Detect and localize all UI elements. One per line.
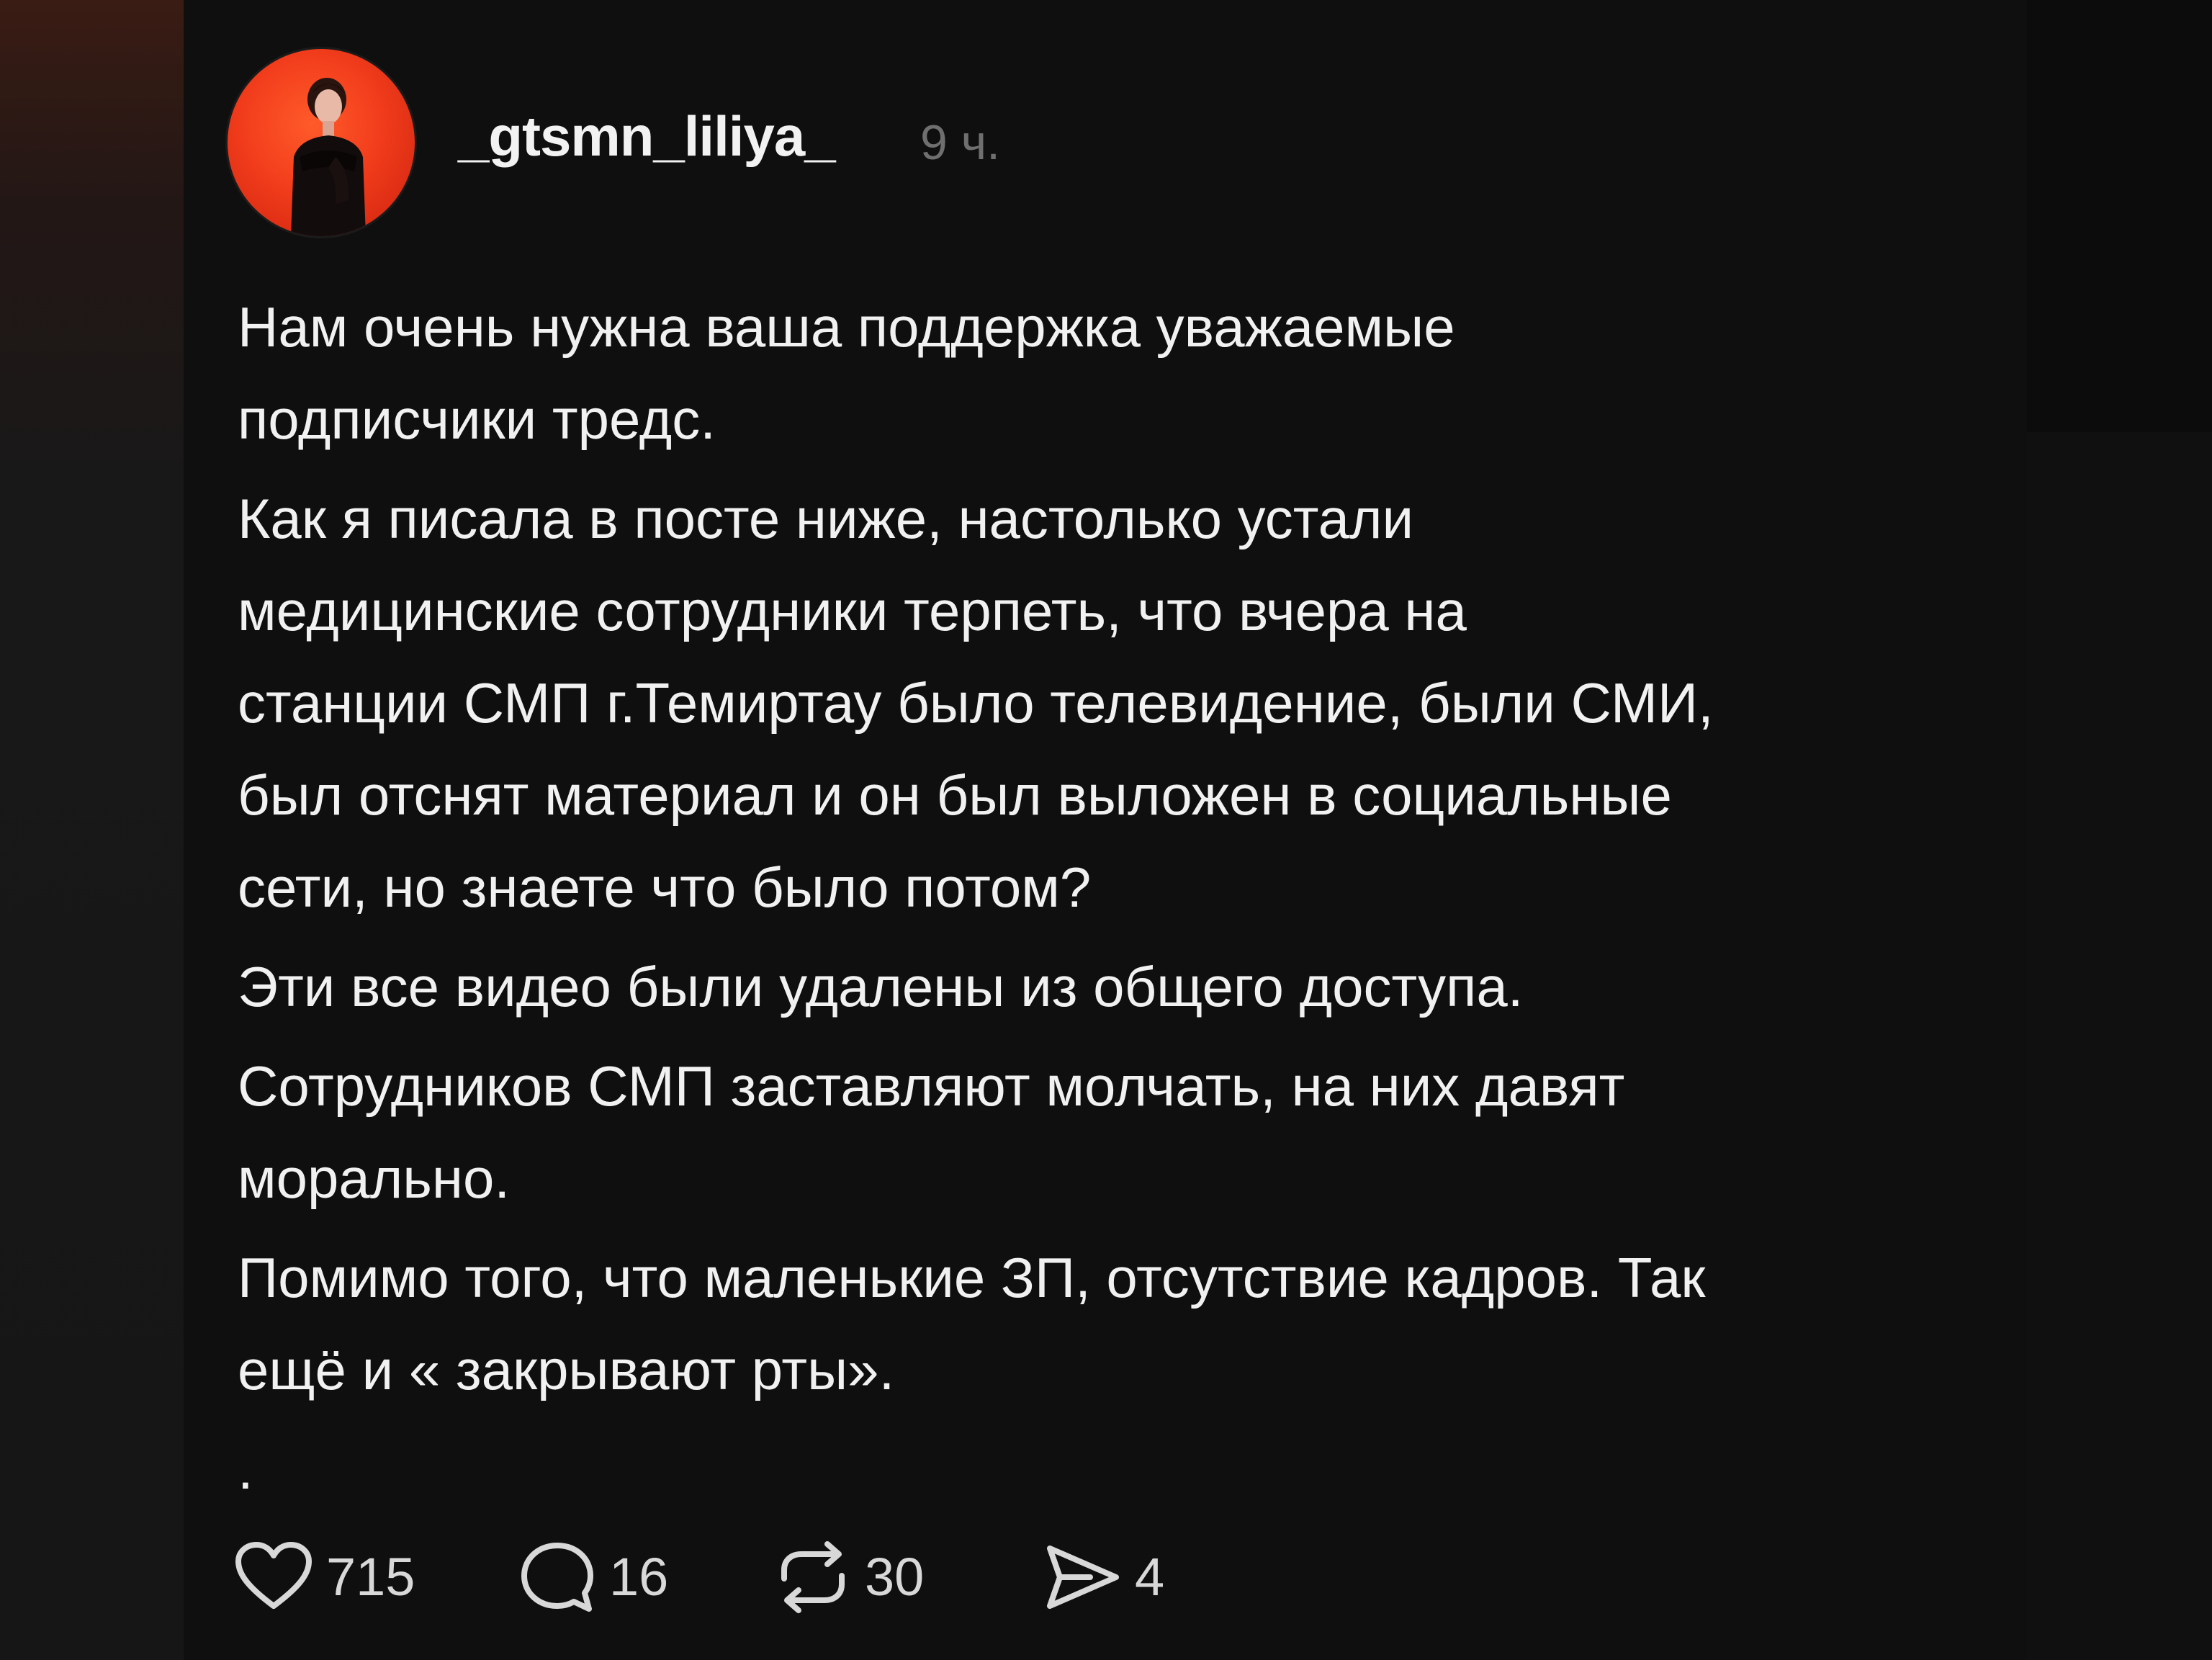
repost-count: 30 [865,1547,925,1607]
heart-icon [235,1542,312,1609]
post-paragraph: Эти все видео были удалены из общего дос… [238,955,1524,1018]
left-backdrop [0,0,184,1660]
share-count: 4 [1135,1547,1165,1607]
post-body: Нам очень нужна ваша поддержка уважаемые… [238,281,2016,1522]
repost-button[interactable]: 30 [774,1538,1044,1617]
paper-plane-icon [1047,1545,1119,1609]
username[interactable]: _gtsmn_liliya_ [458,108,836,164]
speech-bubble-icon [521,1543,593,1612]
right-backdrop [2027,0,2212,1660]
post-paragraph: Нам очень нужна ваша поддержка уважаемые… [238,295,1455,451]
reply-button[interactable]: 16 [518,1538,774,1617]
share-button[interactable]: 4 [1044,1538,1164,1617]
repost-arrows-icon [781,1541,845,1613]
post-timestamp: 9 ч. [920,115,1001,170]
post-paragraph: Сотрудников СМП заставляют молчать, на н… [238,1054,1625,1210]
right-backdrop-block [2027,0,2212,432]
avatar-portrait-icon [291,78,366,236]
reply-count: 16 [609,1547,669,1607]
like-count: 715 [326,1547,415,1607]
avatar[interactable] [228,49,415,236]
like-button[interactable]: 715 [234,1538,518,1617]
post-paragraph: Помимо того, что маленькие ЗП, отсутстви… [238,1246,1706,1401]
post-paragraph: . [238,1437,253,1501]
post-paragraph: Как я писала в посте ниже, настолько уст… [238,487,1714,919]
post-actions: 715 16 30 4 [234,1538,1164,1617]
